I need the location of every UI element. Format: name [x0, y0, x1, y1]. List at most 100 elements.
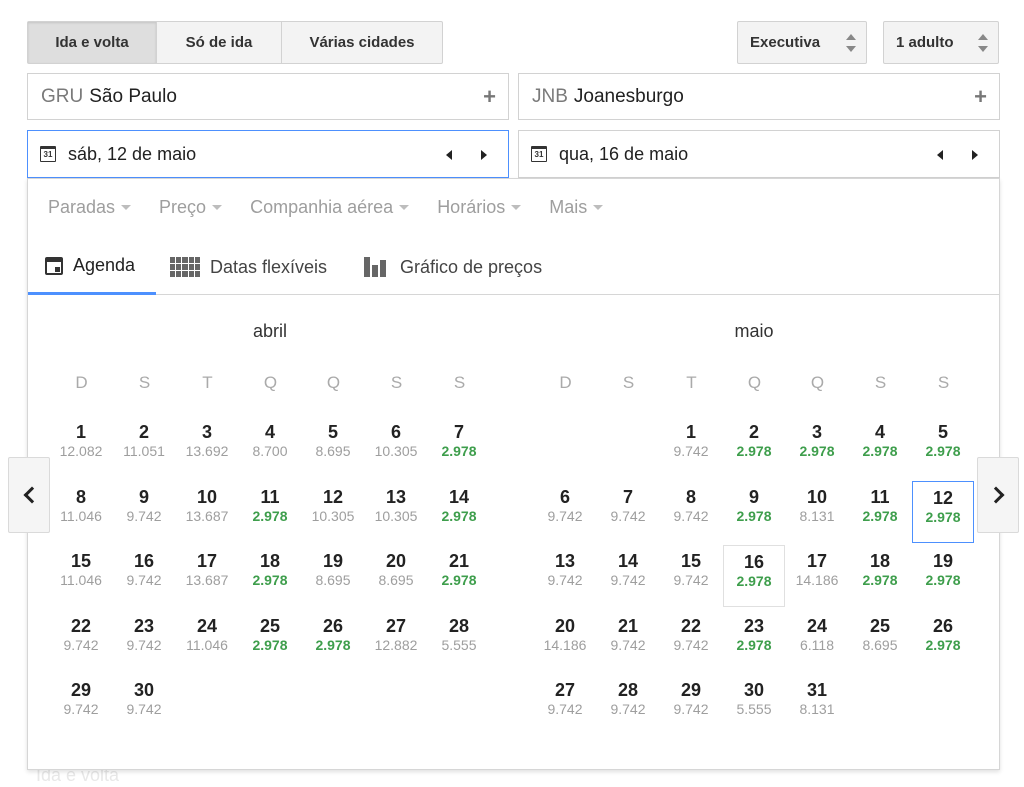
- day-price: 9.742: [610, 701, 646, 717]
- calendar-day[interactable]: 13 10.305: [365, 481, 427, 543]
- next-month-button[interactable]: [977, 457, 1019, 533]
- filter-price[interactable]: Preço: [159, 197, 223, 218]
- calendar-day[interactable]: 4 2.978: [849, 416, 911, 478]
- calendar-day[interactable]: 6 10.305: [365, 416, 427, 478]
- calendar-day[interactable]: 28 9.742: [597, 674, 659, 736]
- calendar-day[interactable]: 9 9.742: [113, 481, 175, 543]
- calendar-day[interactable]: 19 8.695: [302, 545, 364, 607]
- day-number: 27: [554, 680, 576, 700]
- filter-stops[interactable]: Paradas: [48, 197, 132, 218]
- calendar-day[interactable]: 3 13.692: [176, 416, 238, 478]
- filter-more[interactable]: Mais: [549, 197, 604, 218]
- calendar-day[interactable]: 15 11.046: [50, 545, 112, 607]
- previous-month-button[interactable]: [8, 457, 50, 533]
- calendar-day[interactable]: 4 8.700: [239, 416, 301, 478]
- day-price: 2.978: [315, 636, 351, 653]
- calendar-day[interactable]: 17 14.186: [786, 545, 848, 607]
- calendar-day[interactable]: 12 10.305: [302, 481, 364, 543]
- trip-type-round-trip[interactable]: Ida e volta: [28, 22, 157, 63]
- destination-field[interactable]: JNB Joanesburgo +: [518, 73, 1000, 120]
- calendar-day[interactable]: 28 5.555: [428, 610, 490, 672]
- calendar-day[interactable]: 16 9.742: [113, 545, 175, 607]
- previous-day-icon[interactable]: [937, 150, 943, 160]
- calendar-day[interactable]: 18 2.978: [239, 545, 301, 607]
- calendar-day[interactable]: 21 2.978: [428, 545, 490, 607]
- departure-date-field[interactable]: 31 sáb, 12 de maio: [27, 130, 509, 178]
- calendar-day[interactable]: 5 2.978: [912, 416, 974, 478]
- calendar-day[interactable]: 27 9.742: [534, 674, 596, 736]
- calendar-day[interactable]: 7 2.978: [428, 416, 490, 478]
- calendar-day[interactable]: 2 2.978: [723, 416, 785, 478]
- next-day-icon[interactable]: [972, 150, 978, 160]
- calendar-day[interactable]: 30 5.555: [723, 674, 785, 736]
- calendar-day[interactable]: 3 2.978: [786, 416, 848, 478]
- calendar-day[interactable]: 29 9.742: [660, 674, 722, 736]
- calendar-day[interactable]: 23 2.978: [723, 610, 785, 672]
- day-price: 2.978: [862, 572, 898, 588]
- calendar-day[interactable]: 16 2.978: [723, 545, 785, 607]
- calendar-day[interactable]: 15 9.742: [660, 545, 722, 607]
- calendar-day[interactable]: 8 9.742: [660, 481, 722, 543]
- calendar-day[interactable]: 24 6.118: [786, 610, 848, 672]
- calendar-day[interactable]: 26 2.978: [912, 610, 974, 672]
- calendar-day[interactable]: 17 13.687: [176, 545, 238, 607]
- passengers-select[interactable]: 1 adulto: [883, 21, 999, 64]
- calendar-day[interactable]: 10 13.687: [176, 481, 238, 543]
- previous-day-icon[interactable]: [446, 150, 452, 160]
- day-price: 10.305: [374, 507, 418, 524]
- trip-type-multi-city[interactable]: Várias cidades: [282, 22, 442, 63]
- calendar-day[interactable]: 20 8.695: [365, 545, 427, 607]
- calendar-day[interactable]: 25 2.978: [239, 610, 301, 672]
- calendar-day[interactable]: 7 9.742: [597, 481, 659, 543]
- calendar-day[interactable]: 11 2.978: [239, 481, 301, 543]
- calendar-day[interactable]: 1 9.742: [660, 416, 722, 478]
- calendar-day[interactable]: 20 14.186: [534, 610, 596, 672]
- calendar-day[interactable]: 9 2.978: [723, 481, 785, 543]
- day-price: 9.742: [547, 701, 583, 717]
- calendar-day[interactable]: 31 8.131: [786, 674, 848, 736]
- day-number: 31: [806, 680, 828, 700]
- calendar-day[interactable]: 29 9.742: [50, 674, 112, 736]
- calendar-day[interactable]: 8 11.046: [50, 481, 112, 543]
- calendar-day[interactable]: 10 8.131: [786, 481, 848, 543]
- calendar-day[interactable]: 13 9.742: [534, 545, 596, 607]
- calendar-day[interactable]: 6 9.742: [534, 481, 596, 543]
- calendar-day[interactable]: 14 2.978: [428, 481, 490, 543]
- tab-agenda[interactable]: Agenda: [28, 239, 156, 295]
- next-day-icon[interactable]: [481, 150, 487, 160]
- cabin-class-select[interactable]: Executiva: [737, 21, 867, 64]
- calendar-day[interactable]: 27 12.882: [365, 610, 427, 672]
- calendar-day[interactable]: 21 9.742: [597, 610, 659, 672]
- calendar-day[interactable]: 12 2.978: [912, 480, 974, 543]
- plus-icon[interactable]: +: [974, 84, 987, 110]
- calendar-day[interactable]: 14 9.742: [597, 545, 659, 607]
- calendar-day[interactable]: 22 9.742: [50, 610, 112, 672]
- return-date-field[interactable]: 31 qua, 16 de maio: [518, 130, 1000, 178]
- day-price: 2.978: [736, 573, 772, 589]
- calendar-day[interactable]: 11 2.978: [849, 481, 911, 543]
- calendar-day[interactable]: 1 12.082: [50, 416, 112, 478]
- calendar-day[interactable]: 23 9.742: [113, 610, 175, 672]
- departure-date-label: sáb, 12 de maio: [68, 143, 197, 164]
- calendar-day[interactable]: 30 9.742: [113, 674, 175, 736]
- calendar-day[interactable]: 18 2.978: [849, 545, 911, 607]
- tab-flexible-dates[interactable]: Datas flexíveis: [170, 239, 327, 295]
- trip-type-one-way[interactable]: Só de ida: [157, 22, 282, 63]
- calendar-day[interactable]: 19 2.978: [912, 545, 974, 607]
- filter-airline[interactable]: Companhia aérea: [250, 197, 410, 218]
- calendar-day[interactable]: 22 9.742: [660, 610, 722, 672]
- calendar-day[interactable]: 5 8.695: [302, 416, 364, 478]
- day-price: 9.742: [673, 636, 709, 653]
- day-number: 23: [743, 615, 765, 636]
- filter-label: Mais: [549, 197, 588, 217]
- day-price: 9.742: [547, 572, 583, 588]
- calendar-day[interactable]: 25 8.695: [849, 610, 911, 672]
- origin-field[interactable]: GRU São Paulo +: [27, 73, 509, 120]
- day-number: 20: [385, 551, 407, 571]
- calendar-day[interactable]: 26 2.978: [302, 610, 364, 672]
- plus-icon[interactable]: +: [483, 84, 496, 110]
- calendar-day[interactable]: 24 11.046: [176, 610, 238, 672]
- tab-price-graph[interactable]: Gráfico de preços: [364, 239, 542, 295]
- filter-times[interactable]: Horários: [437, 197, 522, 218]
- calendar-day[interactable]: 2 11.051: [113, 416, 175, 478]
